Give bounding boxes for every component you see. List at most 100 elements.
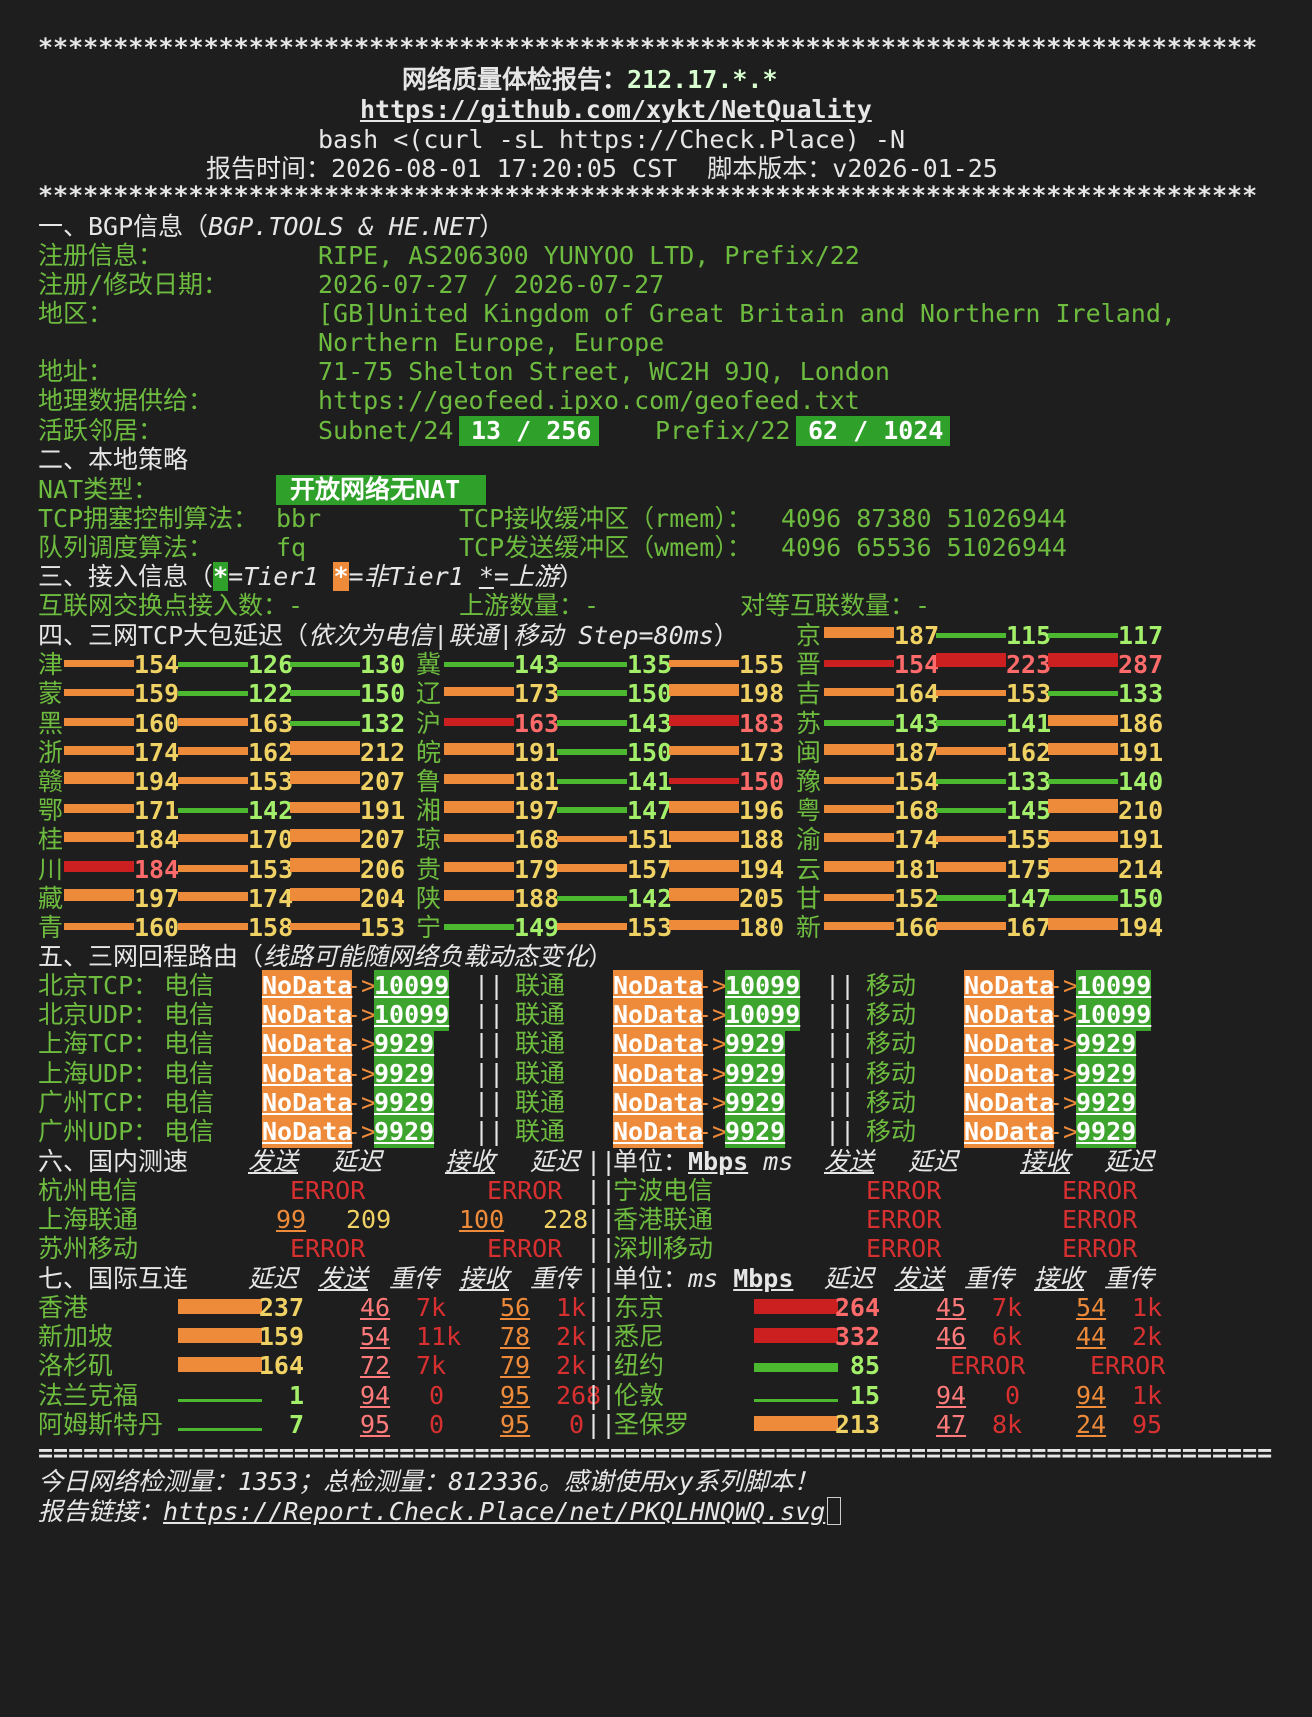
upstream-count: 上游数量：- <box>459 591 600 620</box>
dom-error: ERROR <box>1062 1176 1138 1205</box>
province-label: 豫 <box>796 767 822 796</box>
intl-send-retx: 11k <box>416 1322 462 1352</box>
latency-bar <box>557 690 627 697</box>
route-separator: || <box>825 971 856 1000</box>
province-label: 冀 <box>416 650 442 680</box>
intl-recv: 94 <box>1076 1380 1107 1410</box>
intl-recv: 56 <box>500 1293 531 1322</box>
intl-recv: 95 <box>500 1380 531 1410</box>
province-label: 贵 <box>416 854 442 884</box>
intl-node: 法兰克福 <box>38 1380 139 1410</box>
latency-bar <box>1048 857 1118 872</box>
latency-bar <box>557 720 627 726</box>
route-arrow: -> <box>346 1087 377 1117</box>
region-label: 地区： <box>38 299 114 328</box>
dom-lat: 228 <box>543 1205 589 1235</box>
route-as: 9929 <box>725 1086 786 1119</box>
latency-value: 153 <box>627 913 673 942</box>
intl-send: 95 <box>360 1409 391 1439</box>
intl-node: 阿姆斯特丹 <box>38 1409 164 1439</box>
province-label: 云 <box>796 854 822 884</box>
route-as: 9929 <box>725 1028 786 1061</box>
latency-bar <box>936 633 1006 638</box>
route-as: 9929 <box>725 1116 786 1148</box>
route-nodata: NoData <box>964 1057 1055 1090</box>
intl-separator: || <box>586 1351 617 1381</box>
route-arrow: -> <box>697 1117 728 1146</box>
route-arrow: -> <box>346 971 377 1000</box>
dom-node: 杭州电信 <box>38 1176 139 1205</box>
s7-lat-header: 延迟 <box>248 1264 299 1293</box>
latency-bar <box>669 801 739 814</box>
latency-bar <box>669 660 739 668</box>
latency-value: 150 <box>627 679 673 709</box>
latency-bar <box>1048 799 1118 814</box>
latency-value: 214 <box>1118 854 1164 884</box>
latency-value: 150 <box>627 737 673 767</box>
route-arrow: -> <box>697 1058 728 1088</box>
dom-error: ERROR <box>487 1234 563 1264</box>
route-arrow: -> <box>1048 1029 1079 1059</box>
latency-value: 188 <box>739 825 785 855</box>
latency-value: 197 <box>134 883 180 913</box>
peer-count: 对等互联数量：- <box>740 591 931 620</box>
route-nodata: NoData <box>613 1028 704 1061</box>
route-isp: 联通 <box>515 971 566 1000</box>
latency-bar <box>64 772 134 784</box>
dom-error: ERROR <box>487 1176 563 1205</box>
route-arrow: -> <box>697 1029 728 1059</box>
latency-bar <box>669 777 739 784</box>
route-nodata: NoData <box>613 970 704 1002</box>
ix-label: 互联网交换点接入数：- <box>38 591 304 620</box>
route-separator: || <box>825 1029 856 1059</box>
route-arrow: -> <box>1048 971 1079 1000</box>
address-value: 71-75 Shelton Street, WC2H 9JQ, London <box>318 357 890 386</box>
route-as: 9929 <box>374 1057 435 1090</box>
route-nodata: NoData <box>613 1116 704 1148</box>
intl-send-retx: 7k <box>416 1351 447 1381</box>
latency-bar <box>64 888 134 901</box>
intl-node: 伦敦 <box>614 1380 665 1410</box>
latency-value: 164 <box>894 679 940 709</box>
github-link[interactable]: https://github.com/xykt/NetQuality <box>360 94 872 126</box>
route-isp: 电信 <box>164 1087 215 1117</box>
latency-value: 197 <box>514 796 560 826</box>
section-latency-heading: 四、三网TCP大包延迟（依次为电信|联通|移动 Step=80ms） <box>38 621 739 650</box>
latency-bar <box>64 831 134 843</box>
s7-retx-header-r: 重传 <box>964 1264 1015 1293</box>
dom-error: ERROR <box>290 1234 366 1264</box>
intl-lat: 237 <box>258 1293 304 1322</box>
latency-bar <box>178 864 248 872</box>
intl-lat: 1 <box>288 1380 304 1410</box>
latency-bar <box>669 715 739 726</box>
dom-error: ERROR <box>866 1176 942 1205</box>
dom-send: 99 <box>276 1205 307 1235</box>
dom-node: 上海联通 <box>38 1205 139 1235</box>
route-nodata: NoData <box>262 999 353 1032</box>
subnet-label: Subnet/24 <box>318 416 454 445</box>
route-as: 10099 <box>374 999 450 1032</box>
route-isp: 移动 <box>866 1029 917 1059</box>
nat-label: NAT类型： <box>38 475 159 504</box>
route-nodata: NoData <box>262 1086 353 1119</box>
latency-value: 135 <box>627 650 673 680</box>
latency-bar <box>936 720 1006 726</box>
route-arrow: -> <box>697 971 728 1000</box>
dom-error: ERROR <box>866 1205 942 1235</box>
route-label: 广州UDP： <box>38 1117 159 1146</box>
dom-node: 深圳移动 <box>613 1234 714 1264</box>
intl-recv: 78 <box>500 1322 531 1352</box>
route-as: 10099 <box>725 999 801 1032</box>
s7-retx2-header: 重传 <box>530 1264 581 1293</box>
section-domestic-speed-heading: 六、国内测速 <box>38 1147 189 1176</box>
latency-value: 115 <box>1006 621 1052 650</box>
footer-report: 报告链接：https://Report.Check.Place/net/PKQL… <box>38 1496 842 1528</box>
section-access-heading: 三、接入信息（*=Tier1 *=非Tier1 *=上游） <box>38 562 584 591</box>
latency-value: 132 <box>360 708 406 738</box>
latency-bar <box>1048 831 1118 843</box>
s6-lat2-header-r: 延迟 <box>1104 1147 1155 1176</box>
dom-separator: || <box>586 1234 617 1264</box>
intl-node: 东京 <box>614 1293 665 1322</box>
route-nodata: NoData <box>964 1116 1055 1148</box>
report-link[interactable]: https://Report.Check.Place/net/PKQLHNQWQ… <box>163 1497 825 1526</box>
